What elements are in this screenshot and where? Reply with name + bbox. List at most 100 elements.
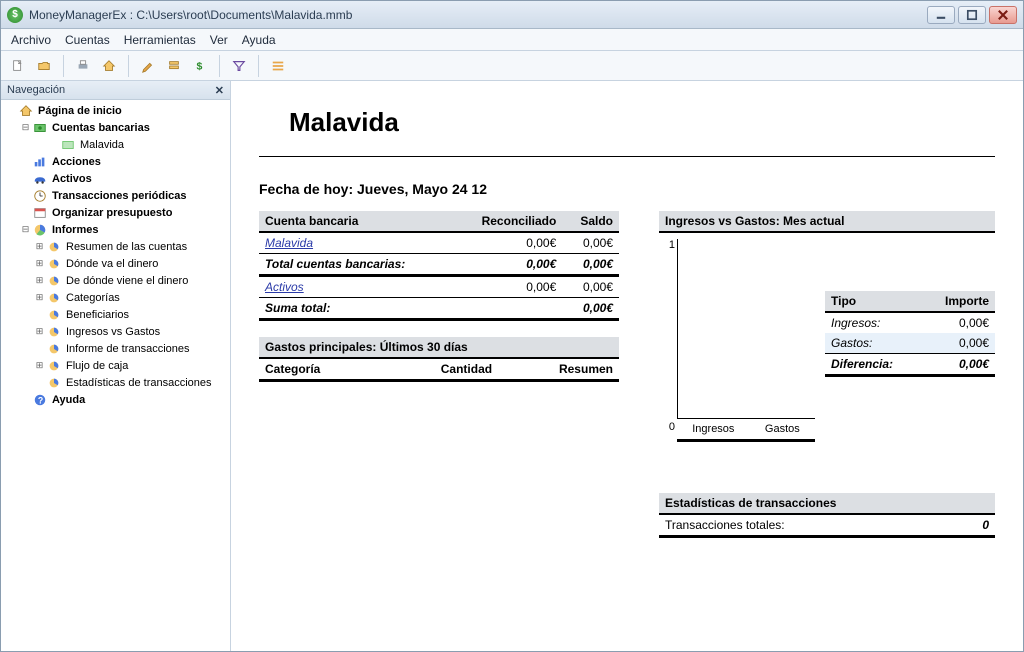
menu-ayuda[interactable]: Ayuda	[242, 33, 276, 47]
clock-icon	[32, 188, 48, 204]
tree-node-account-malavida[interactable]: ▪ Malavida	[43, 136, 230, 153]
tree-node-report-cashflow[interactable]: ⊞ Flujo de caja	[29, 357, 230, 374]
menu-archivo[interactable]: Archivo	[11, 33, 51, 47]
home-button[interactable]	[98, 55, 120, 77]
tree-node-report-payees[interactable]: ▪Beneficiarios	[29, 306, 230, 323]
currency-button[interactable]: $	[189, 55, 211, 77]
pie-icon	[46, 239, 62, 255]
maximize-button[interactable]	[958, 6, 986, 24]
new-file-button[interactable]	[7, 55, 29, 77]
assets-link[interactable]: Activos	[259, 276, 452, 298]
tree-node-report-income-expense[interactable]: ⊞Ingresos vs Gastos	[29, 323, 230, 340]
chart-plot	[677, 239, 815, 419]
main-content: Malavida Fecha de hoy: Jueves, Mayo 24 1…	[231, 81, 1023, 651]
mini-col-amount: Importe	[922, 291, 995, 312]
tree-expand-icon[interactable]: ⊞	[33, 275, 46, 286]
tree-expand-icon[interactable]: ⊞	[33, 292, 46, 303]
tree-label: Malavida	[80, 139, 124, 151]
money-icon	[32, 120, 48, 136]
print-icon	[76, 59, 90, 73]
tree-node-help[interactable]: ▪ ? Ayuda	[15, 391, 230, 408]
assets-balance: 0,00€	[562, 276, 619, 298]
pie-icon	[32, 222, 48, 238]
menu-cuentas[interactable]: Cuentas	[65, 33, 110, 47]
tree-collapse-icon[interactable]: ⊟	[19, 122, 32, 133]
close-button[interactable]	[989, 6, 1017, 24]
tree-expand-icon[interactable]: ⊞	[33, 360, 46, 371]
top-expenses-col-category: Categoría	[259, 358, 382, 381]
accounts-total-balance: 0,00€	[562, 254, 619, 276]
tree-node-recurring[interactable]: ▪ Transacciones periódicas	[15, 187, 230, 204]
options-button[interactable]	[267, 55, 289, 77]
chart-x-ingresos: Ingresos	[692, 423, 734, 435]
tree-node-report-categories[interactable]: ⊞Categorías	[29, 289, 230, 306]
tree-label: Informes	[52, 224, 98, 236]
mini-row-gastos-value: 0,00€	[922, 333, 995, 354]
top-expenses-col-summary: Resumen	[498, 358, 619, 381]
tree-node-actions[interactable]: ▪ Acciones	[15, 153, 230, 170]
tree-expand-icon[interactable]: ⊞	[33, 258, 46, 269]
tree-expand-icon[interactable]: ⊞	[33, 326, 46, 337]
edit-account-button[interactable]	[137, 55, 159, 77]
navigation-panel: Navegación ✕ ▪ Página de inicio	[1, 81, 231, 651]
accounts-total-reconciled: 0,00€	[452, 254, 562, 276]
top-expenses-col-qty: Cantidad	[382, 358, 498, 381]
tree-node-report-stats[interactable]: ▪Estadísticas de transacciones	[29, 374, 230, 391]
tree-label: Flujo de caja	[66, 360, 128, 372]
window-frame: $ MoneyManagerEx : C:\Users\root\Documen…	[0, 0, 1024, 652]
tree-node-reports[interactable]: ⊟ Informes	[15, 221, 230, 238]
stats-row-value: 0	[982, 518, 989, 532]
tree-node-report-income-source[interactable]: ⊞De dónde viene el dinero	[29, 272, 230, 289]
filter-icon	[232, 59, 246, 73]
content-split: Navegación ✕ ▪ Página de inicio	[1, 81, 1023, 651]
menu-herramientas[interactable]: Herramientas	[124, 33, 196, 47]
tree-node-budget[interactable]: ▪ Organizar presupuesto	[15, 204, 230, 221]
pie-icon	[46, 341, 62, 357]
menu-ver[interactable]: Ver	[210, 33, 228, 47]
home-icon	[102, 59, 116, 73]
today-date: Fecha de hoy: Jueves, Mayo 24 12	[259, 181, 995, 197]
currency-icon: $	[193, 59, 207, 73]
open-file-icon	[37, 59, 51, 73]
pie-icon	[46, 358, 62, 374]
pie-icon	[46, 290, 62, 306]
summary-mini-table: Tipo Importe Ingresos: 0,00€ Gastos: 0,0…	[825, 291, 995, 377]
tree-node-bank-accounts[interactable]: ⊟ Cuentas bancarias	[15, 119, 230, 136]
mini-row-gastos-label: Gastos:	[825, 333, 922, 354]
chart-column: Ingresos vs Gastos: Mes actual 1 0	[659, 211, 995, 538]
money-icon	[60, 137, 76, 153]
tree-node-report-summary[interactable]: ⊞Resumen de las cuentas	[29, 238, 230, 255]
account-link-malavida[interactable]: Malavida	[259, 232, 452, 254]
tree-label: Ayuda	[52, 394, 85, 406]
sum-total-label: Suma total:	[259, 298, 452, 320]
chart-y-bottom: 0	[669, 421, 675, 433]
filter-button[interactable]	[228, 55, 250, 77]
open-file-button[interactable]	[33, 55, 55, 77]
account-list-button[interactable]	[163, 55, 185, 77]
calendar-icon	[32, 205, 48, 221]
summary-column: Cuenta bancaria Reconciliado Saldo Malav…	[259, 211, 619, 382]
tree-label: Estadísticas de transacciones	[66, 377, 212, 389]
tree-label: Beneficiarios	[66, 309, 129, 321]
mini-col-type: Tipo	[825, 291, 922, 312]
tree-collapse-icon[interactable]: ⊟	[19, 224, 32, 235]
mini-row-diff-value: 0,00€	[922, 354, 995, 376]
mini-row-ingresos-label: Ingresos:	[825, 312, 922, 333]
toolbar: $	[1, 51, 1023, 81]
tree-label: Cuentas bancarias	[52, 122, 150, 134]
tree-label: Dónde va el dinero	[66, 258, 158, 270]
tree-node-home[interactable]: ▪ Página de inicio	[1, 102, 230, 119]
navigation-close-button[interactable]: ✕	[215, 84, 224, 97]
tree-node-report-transactions[interactable]: ▪Informe de transacciones	[29, 340, 230, 357]
account-reconciled: 0,00€	[452, 232, 562, 254]
account-list-icon	[167, 59, 181, 73]
sum-total-value: 0,00€	[562, 298, 619, 320]
assets-reconciled: 0,00€	[452, 276, 562, 298]
minimize-button[interactable]	[927, 6, 955, 24]
tree-node-report-spending[interactable]: ⊞ Dónde va el dinero	[29, 255, 230, 272]
accounts-col-name: Cuenta bancaria	[259, 211, 452, 232]
navigation-tree[interactable]: ▪ Página de inicio ⊟ Cuentas bancarias	[1, 100, 230, 651]
print-button[interactable]	[72, 55, 94, 77]
tree-node-assets[interactable]: ▪ Activos	[15, 170, 230, 187]
tree-expand-icon[interactable]: ⊞	[33, 241, 46, 252]
